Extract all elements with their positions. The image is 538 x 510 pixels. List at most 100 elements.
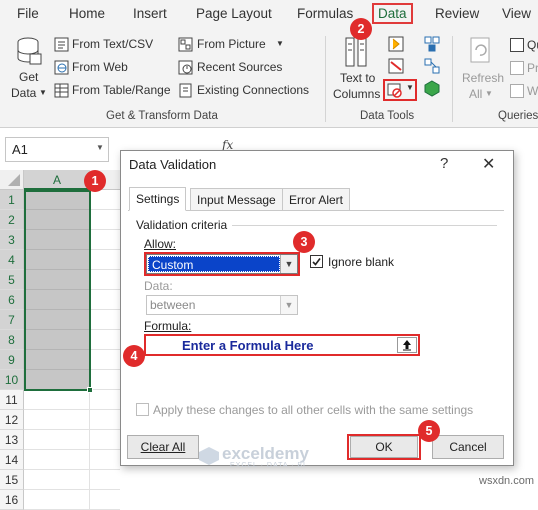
cell-a[interactable]	[24, 350, 90, 370]
cell-a[interactable]	[24, 310, 90, 330]
cell-a[interactable]	[24, 490, 90, 510]
cell-b[interactable]	[90, 450, 120, 470]
get-data-label-2: Data	[11, 86, 37, 100]
column-header-a[interactable]: A	[24, 170, 90, 190]
relationships-icon[interactable]	[424, 58, 440, 74]
remove-duplicates-icon[interactable]	[388, 58, 404, 74]
row-header[interactable]: 6	[0, 290, 24, 310]
row-header[interactable]: 16	[0, 490, 24, 510]
collapse-dialog-button[interactable]	[397, 337, 417, 353]
help-icon[interactable]: ?	[440, 155, 448, 172]
cell-a[interactable]	[24, 290, 90, 310]
row-header[interactable]: 7	[0, 310, 24, 330]
cell-b[interactable]	[90, 250, 120, 270]
cell-b[interactable]	[90, 370, 120, 390]
cell-b[interactable]	[90, 210, 120, 230]
cell-a[interactable]	[24, 450, 90, 470]
name-box[interactable]: A1	[5, 137, 109, 162]
cell-b[interactable]	[90, 270, 120, 290]
cell-b[interactable]	[90, 410, 120, 430]
clear-all-button[interactable]: Clear All	[127, 435, 199, 459]
text-to-label: Text to	[340, 71, 376, 85]
fill-handle[interactable]	[87, 387, 93, 393]
queries-connections-button[interactable]: Qu	[510, 36, 538, 54]
cell-a[interactable]	[24, 330, 90, 350]
tab-input-message[interactable]: Input Message	[190, 188, 283, 210]
row-header[interactable]: 8	[0, 330, 24, 350]
cell-b[interactable]	[90, 290, 120, 310]
consolidate-icon[interactable]	[424, 36, 440, 52]
cell-a[interactable]	[24, 430, 90, 450]
tab-view[interactable]: View	[502, 6, 531, 21]
from-picture-button[interactable]: From Picture ▼	[178, 36, 308, 54]
cancel-button[interactable]: Cancel	[432, 435, 504, 459]
row-header[interactable]: 9	[0, 350, 24, 370]
chevron-down-icon: ▼	[280, 296, 297, 314]
properties-button[interactable]: Pr	[510, 59, 538, 77]
tab-error-alert[interactable]: Error Alert	[282, 188, 351, 210]
allow-select[interactable]: Custom ▼	[146, 254, 298, 274]
cell-a[interactable]	[24, 230, 90, 250]
tab-page-layout[interactable]: Page Layout	[196, 6, 272, 21]
data-validation-button[interactable]: ▼	[383, 79, 417, 101]
tab-data[interactable]: Data	[372, 3, 413, 24]
cell-b[interactable]	[90, 230, 120, 250]
from-text-csv-button[interactable]: From Text/CSV	[54, 36, 174, 54]
refresh-all-button[interactable]: Refresh All ▼	[456, 36, 506, 102]
cell-b[interactable]	[90, 490, 120, 510]
row-header[interactable]: 3	[0, 230, 24, 250]
get-data-button[interactable]: Get Data ▼	[8, 36, 50, 102]
row-header[interactable]: 10	[0, 370, 24, 390]
ignore-blank-checkbox[interactable]	[310, 255, 323, 268]
ok-button[interactable]: OK	[350, 436, 418, 458]
text-to-columns-icon	[345, 37, 367, 67]
cell-a[interactable]	[24, 190, 90, 210]
from-web-button[interactable]: From Web	[54, 59, 174, 77]
tab-review[interactable]: Review	[435, 6, 479, 21]
cell-b[interactable]	[90, 330, 120, 350]
recent-sources-button[interactable]: Recent Sources	[178, 59, 308, 77]
select-all-corner[interactable]	[0, 170, 24, 190]
spreadsheet-grid: A 1 2 3 4 5 6 7 8 9 10 11 12 13 14 15 16	[0, 170, 120, 510]
group-data-tools-label: Data Tools	[360, 110, 415, 122]
row-header[interactable]: 1	[0, 190, 24, 210]
row-header[interactable]: 4	[0, 250, 24, 270]
close-icon[interactable]: ✕	[482, 154, 495, 174]
text-to-columns-button[interactable]: Text to Columns	[330, 36, 382, 102]
cell-b[interactable]	[90, 350, 120, 370]
step-badge-5: 5	[418, 420, 440, 442]
data-select[interactable]: between ▼	[146, 295, 298, 315]
manage-data-model-icon[interactable]	[424, 80, 440, 97]
flash-fill-icon[interactable]	[388, 36, 404, 52]
row-header[interactable]: 11	[0, 390, 24, 410]
formula-input[interactable]: Enter a Formula Here	[144, 334, 420, 356]
tab-home[interactable]: Home	[69, 6, 105, 21]
tab-settings[interactable]: Settings	[129, 187, 187, 211]
from-table-range-button[interactable]: From Table/Range	[54, 82, 174, 100]
row-header[interactable]: 2	[0, 210, 24, 230]
tab-insert[interactable]: Insert	[133, 6, 167, 21]
existing-connections-button[interactable]: Existing Connections	[178, 82, 318, 100]
cell-b[interactable]	[90, 430, 120, 450]
cell-a[interactable]	[24, 250, 90, 270]
cell-b[interactable]	[90, 470, 120, 490]
cell-b[interactable]	[90, 390, 120, 410]
row-header[interactable]: 15	[0, 470, 24, 490]
row-header[interactable]: 13	[0, 430, 24, 450]
cell-a[interactable]	[24, 390, 90, 410]
row-header[interactable]: 14	[0, 450, 24, 470]
cell-a[interactable]	[24, 410, 90, 430]
apply-all-checkbox[interactable]	[136, 403, 149, 416]
properties-icon	[510, 61, 524, 75]
cell-a[interactable]	[24, 210, 90, 230]
row-header[interactable]: 5	[0, 270, 24, 290]
workbook-links-button[interactable]: W	[510, 82, 538, 100]
cell-b[interactable]	[90, 310, 120, 330]
cell-b[interactable]	[90, 190, 120, 210]
row-header[interactable]: 12	[0, 410, 24, 430]
cell-a[interactable]	[24, 270, 90, 290]
cell-a[interactable]	[24, 370, 90, 390]
tab-file[interactable]: File	[17, 6, 39, 21]
tab-formulas[interactable]: Formulas	[297, 6, 353, 21]
cell-a[interactable]	[24, 470, 90, 490]
